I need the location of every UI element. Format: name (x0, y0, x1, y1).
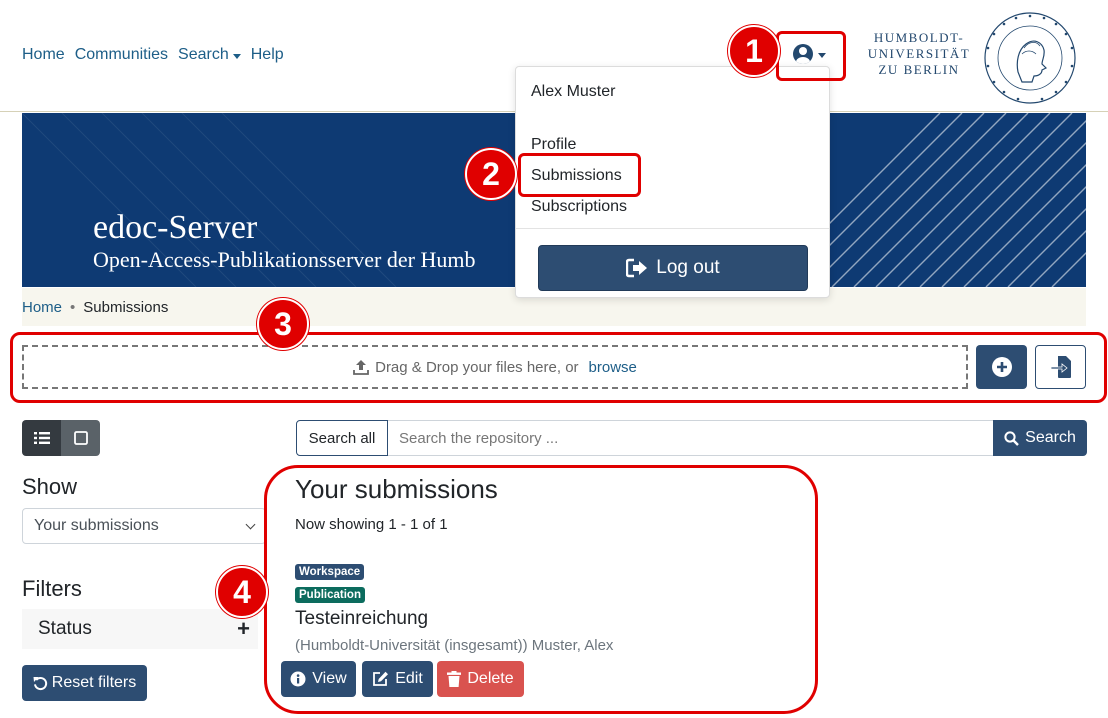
list-view-button[interactable] (22, 420, 61, 456)
sign-out-icon (626, 258, 648, 278)
logo-line-2: UNIVERSITÄT (867, 46, 971, 61)
breadcrumb-home[interactable]: Home (22, 299, 62, 316)
university-logo-text[interactable]: HUMBOLDT- UNIVERSITÄT ZU BERLIN (866, 30, 972, 78)
nav-communities[interactable]: Communities (75, 46, 168, 64)
reset-filters-label: Reset filters (51, 674, 137, 691)
annotation-3: 3 (257, 298, 309, 350)
logout-label: Log out (656, 257, 720, 278)
chevron-down-icon (232, 53, 241, 59)
status-filter-label: Status (38, 618, 92, 639)
show-label: Show (22, 474, 78, 499)
show-select[interactable]: Your submissions (22, 508, 266, 544)
search-icon (1004, 430, 1019, 446)
highlight-upload (10, 332, 1107, 403)
breadcrumb-current: Submissions (83, 299, 169, 316)
view-mode-toggle (22, 420, 100, 456)
plus-icon: + (237, 616, 250, 641)
breadcrumb: Home • Submissions (22, 299, 168, 316)
search-scope-button[interactable]: Search all (296, 420, 388, 456)
banner-subtitle: Open-Access-Publikationsserver der Humb (93, 247, 476, 272)
annotation-2: 2 (465, 148, 517, 200)
menu-divider (516, 228, 829, 229)
highlight-results (264, 465, 818, 714)
menu-item-subscriptions[interactable]: Subscriptions (531, 198, 627, 216)
university-seal-icon (984, 12, 1076, 104)
annotation-1: 1 (728, 25, 780, 77)
nav-search-label: Search (178, 46, 229, 63)
nav-search[interactable]: Search (178, 46, 241, 64)
highlight-user-menu (776, 31, 846, 81)
list-icon (33, 432, 50, 444)
logo-line-3: ZU BERLIN (878, 62, 960, 77)
reset-filters-button[interactable]: Reset filters (22, 665, 147, 701)
menu-item-profile[interactable]: Profile (531, 136, 576, 154)
highlight-submissions (518, 153, 641, 197)
filters-label: Filters (22, 576, 82, 601)
search-button-label: Search (1025, 429, 1076, 446)
annotation-4: 4 (216, 566, 268, 618)
square-icon (73, 431, 88, 445)
status-filter-toggle[interactable]: Status + (22, 609, 258, 649)
search-button[interactable]: Search (993, 420, 1087, 456)
breadcrumb-separator: • (70, 299, 76, 316)
main-nav: Home Communities Search Help (22, 46, 284, 64)
grid-view-button[interactable] (61, 420, 100, 456)
nav-help[interactable]: Help (251, 46, 284, 64)
logout-button[interactable]: Log out (538, 245, 808, 291)
show-select-value: Your submissions (34, 517, 159, 534)
search-input[interactable] (388, 420, 994, 456)
banner-title: edoc-Server (93, 209, 258, 246)
logo-line-1: HUMBOLDT- (873, 30, 965, 45)
chevron-down-icon (245, 519, 256, 529)
undo-icon (33, 676, 47, 690)
nav-home[interactable]: Home (22, 46, 65, 64)
user-name: Alex Muster (531, 83, 616, 100)
